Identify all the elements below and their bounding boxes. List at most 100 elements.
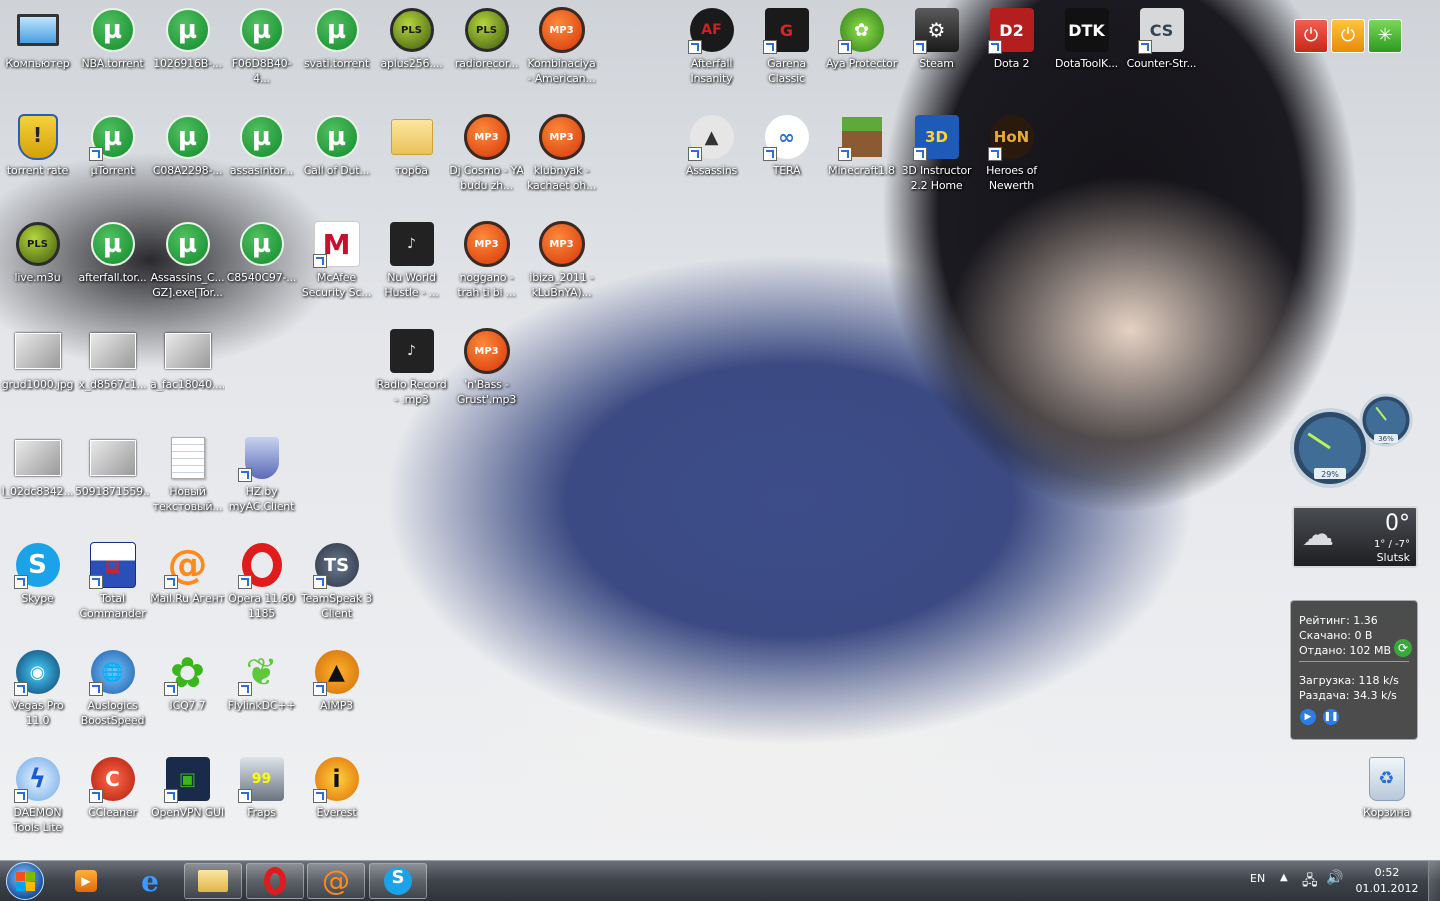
language-indicator[interactable]: EN xyxy=(1250,872,1265,885)
desktop-icon[interactable]: Компьютер xyxy=(0,0,75,100)
network-icon[interactable]: 🖧 xyxy=(1302,870,1318,894)
taskbar-button-mail-ru-agent[interactable]: @ xyxy=(307,863,365,899)
desktop-icon[interactable]: i Everest xyxy=(299,749,374,849)
desktop-icon[interactable]: C CCleaner xyxy=(75,749,150,849)
desktop-icon[interactable]: µ F06D8B40-4... xyxy=(224,0,299,100)
taskbar-button-explorer[interactable] xyxy=(184,863,242,899)
desktop-icon[interactable]: ! torrent rate xyxy=(0,107,75,207)
desktop-icon[interactable]: ✿ ICQ7.7 xyxy=(150,642,225,742)
desktop-icon[interactable]: ♪ Radio Record - .mp3 xyxy=(374,321,449,421)
cpu-meter-gadget[interactable]: 29% 36% xyxy=(1290,392,1420,492)
desktop-icon[interactable]: MP3 klubnyak - kachaet oh... xyxy=(524,107,599,207)
desktop-icon[interactable]: µ Call of Dut... xyxy=(299,107,374,207)
desktop-icon[interactable]: 3D 3D Instructor 2.2 Home xyxy=(899,107,974,207)
desktop-icon[interactable]: DTK DotaToolK... xyxy=(1049,0,1124,100)
desktop-icon[interactable]: AF Afterfall Insanity xyxy=(674,0,749,100)
desktop-icon-image xyxy=(164,327,212,375)
desktop-icon[interactable]: ▲ AIMP3 xyxy=(299,642,374,742)
desktop-icon[interactable]: ϟ DAEMON Tools Lite xyxy=(0,749,75,849)
desktop-icon[interactable]: µ C08A2298-... xyxy=(150,107,225,207)
shutdown-button[interactable]: ⏻ xyxy=(1294,19,1328,53)
desktop-icon[interactable]: PLS live.m3u xyxy=(0,214,75,314)
weather-gadget[interactable]: ☁ 0° 1° / -7° Slutsk xyxy=(1292,506,1418,568)
desktop-icon-image: G xyxy=(762,6,811,54)
desktop-icon[interactable]: MP3 ibiza_2011 - kLuBnYA)... xyxy=(524,214,599,314)
desktop-icon[interactable]: MP3 noggano - trah ti bi ... xyxy=(449,214,524,314)
clock-time: 0:52 xyxy=(1374,866,1400,879)
desktop-icon[interactable]: торба xyxy=(374,107,449,207)
taskbar-button-internet-explorer[interactable]: e xyxy=(121,863,179,899)
desktop-icon[interactable]: Minecraft1.8 xyxy=(824,107,899,207)
taskbar-button-opera[interactable] xyxy=(246,863,304,899)
desktop-icon[interactable]: I_02dc8342... xyxy=(0,428,75,528)
desktop-icon-image: HoN xyxy=(987,113,1036,161)
desktop-icon[interactable]: MP3 Dj Cosmo - YA budu zh... xyxy=(449,107,524,207)
desktop-icon[interactable]: ▲ Assassins xyxy=(674,107,749,207)
desktop-icon[interactable]: 5091871559... xyxy=(75,428,150,528)
desktop-icon[interactable]: M McAfee Security Sc... xyxy=(299,214,374,314)
desktop-icon[interactable]: MP3 'n'Bass - Grust'.mp3 xyxy=(449,321,524,421)
restart-icon: ⏻ xyxy=(1340,25,1356,46)
playlist-icon: PLS xyxy=(15,222,60,266)
desktop-icon[interactable]: PLS radiorecor... xyxy=(449,0,524,100)
desktop-icon[interactable]: G Garena Classic xyxy=(749,0,824,100)
desktop-icon[interactable]: D2 Dota 2 xyxy=(974,0,1049,100)
desktop-icon[interactable]: ❦ FlylinkDC++ xyxy=(224,642,299,742)
desktop-icon-label: TeamSpeak 3 Client xyxy=(300,592,373,620)
desktop-icon[interactable]: grud1000.jpg xyxy=(0,321,75,421)
desktop-icon[interactable]: x_d8567c1... xyxy=(75,321,150,421)
desktop-icon-image: ϟ xyxy=(13,755,62,803)
desktop-icon[interactable]: HoN Heroes of Newerth xyxy=(974,107,1049,207)
clock[interactable]: 0:52 01.01.2012 xyxy=(1352,865,1422,897)
desktop-icon[interactable]: CS Counter-Str... xyxy=(1124,0,1199,100)
taskbar-button-skype[interactable]: S xyxy=(369,863,427,899)
uploaded-row: Отдано: 102 MB xyxy=(1299,643,1391,658)
desktop-icon-image: µ xyxy=(313,6,361,54)
desktop-icon[interactable]: µ NBA.torrent xyxy=(75,0,150,100)
desktop-icon[interactable]: ∞ TERA xyxy=(749,107,824,207)
desktop-icon[interactable]: µ 1026916B-... xyxy=(150,0,225,100)
desktop-icon[interactable]: 🌐 Auslogics BoostSpeed xyxy=(75,642,150,742)
desktop-icon[interactable]: S Skype xyxy=(0,535,75,635)
refresh-icon[interactable]: ⟳ xyxy=(1394,639,1412,657)
desktop-icon[interactable]: µ svati.torrent xyxy=(299,0,374,100)
taskbar-button-windows-media-player[interactable]: ▶ xyxy=(57,863,115,899)
desktop-icon-image: µ xyxy=(89,6,137,54)
desktop-icon-image: @ xyxy=(163,541,212,589)
desktop-icon[interactable]: @ Mail.Ru Агент xyxy=(150,535,225,635)
show-hidden-icons-icon[interactable]: ▲ xyxy=(1280,872,1288,883)
desktop-icon[interactable]: Новый текстовый... xyxy=(150,428,225,528)
desktop-icon-image: µ xyxy=(164,220,212,268)
desktop-icon[interactable]: Opera 11.60 1185 xyxy=(224,535,299,635)
desktop-icon[interactable]: HZ.by myAC.Client xyxy=(224,428,299,528)
desktop-icon-image xyxy=(89,327,137,375)
desktop-icon[interactable]: ▣ OpenVPN GUI xyxy=(150,749,225,849)
desktop-icon[interactable]: µ µTorrent xyxy=(75,107,150,207)
pause-icon[interactable]: ❚❚ xyxy=(1323,709,1339,725)
desktop-icon[interactable]: MP3 Kombinaciya - American... xyxy=(524,0,599,100)
desktop-icon-label: NBA.torrent xyxy=(81,57,144,70)
desktop-icon[interactable]: ▦ Total Commander xyxy=(75,535,150,635)
torrent-stats-gadget[interactable]: Рейтинг: 1.36 Скачано: 0 B Отдано: 102 M… xyxy=(1290,600,1418,740)
shortcut-arrow-icon xyxy=(13,575,28,589)
restart-button[interactable]: ⏻ xyxy=(1331,19,1365,53)
desktop-icon[interactable]: PLS aplus256.... xyxy=(374,0,449,100)
volume-icon[interactable]: 🔊 xyxy=(1326,870,1343,886)
desktop-icon[interactable]: µ afterfall.tor... xyxy=(75,214,150,314)
desktop-icon[interactable]: µ assasintor... xyxy=(224,107,299,207)
show-desktop-button[interactable] xyxy=(1428,861,1440,901)
sleep-button[interactable]: ✳ xyxy=(1368,19,1402,53)
desktop-icon[interactable]: ✿ Aya Protector xyxy=(824,0,899,100)
desktop-icon[interactable]: ⚙ Steam xyxy=(899,0,974,100)
start-button[interactable] xyxy=(6,862,44,900)
desktop-icon[interactable]: 99 Fraps xyxy=(224,749,299,849)
play-icon[interactable]: ▶ xyxy=(1300,709,1316,725)
desktop-icon[interactable]: µ Assassins_C... GZ].exe[Tor... xyxy=(150,214,225,314)
dota-toolkit-icon: DTK xyxy=(1064,8,1109,52)
desktop-icon[interactable]: ♪ Nu World Hustle - ... xyxy=(374,214,449,314)
desktop-icon[interactable]: µ C8540C97-... xyxy=(224,214,299,314)
desktop-icon[interactable]: a_fac18040.... xyxy=(150,321,225,421)
desktop-icon[interactable]: ♻ Корзина xyxy=(1349,749,1424,849)
desktop-icon[interactable]: ◉ Vegas Pro 11.0 xyxy=(0,642,75,742)
desktop-icon[interactable]: TS TeamSpeak 3 Client xyxy=(299,535,374,635)
